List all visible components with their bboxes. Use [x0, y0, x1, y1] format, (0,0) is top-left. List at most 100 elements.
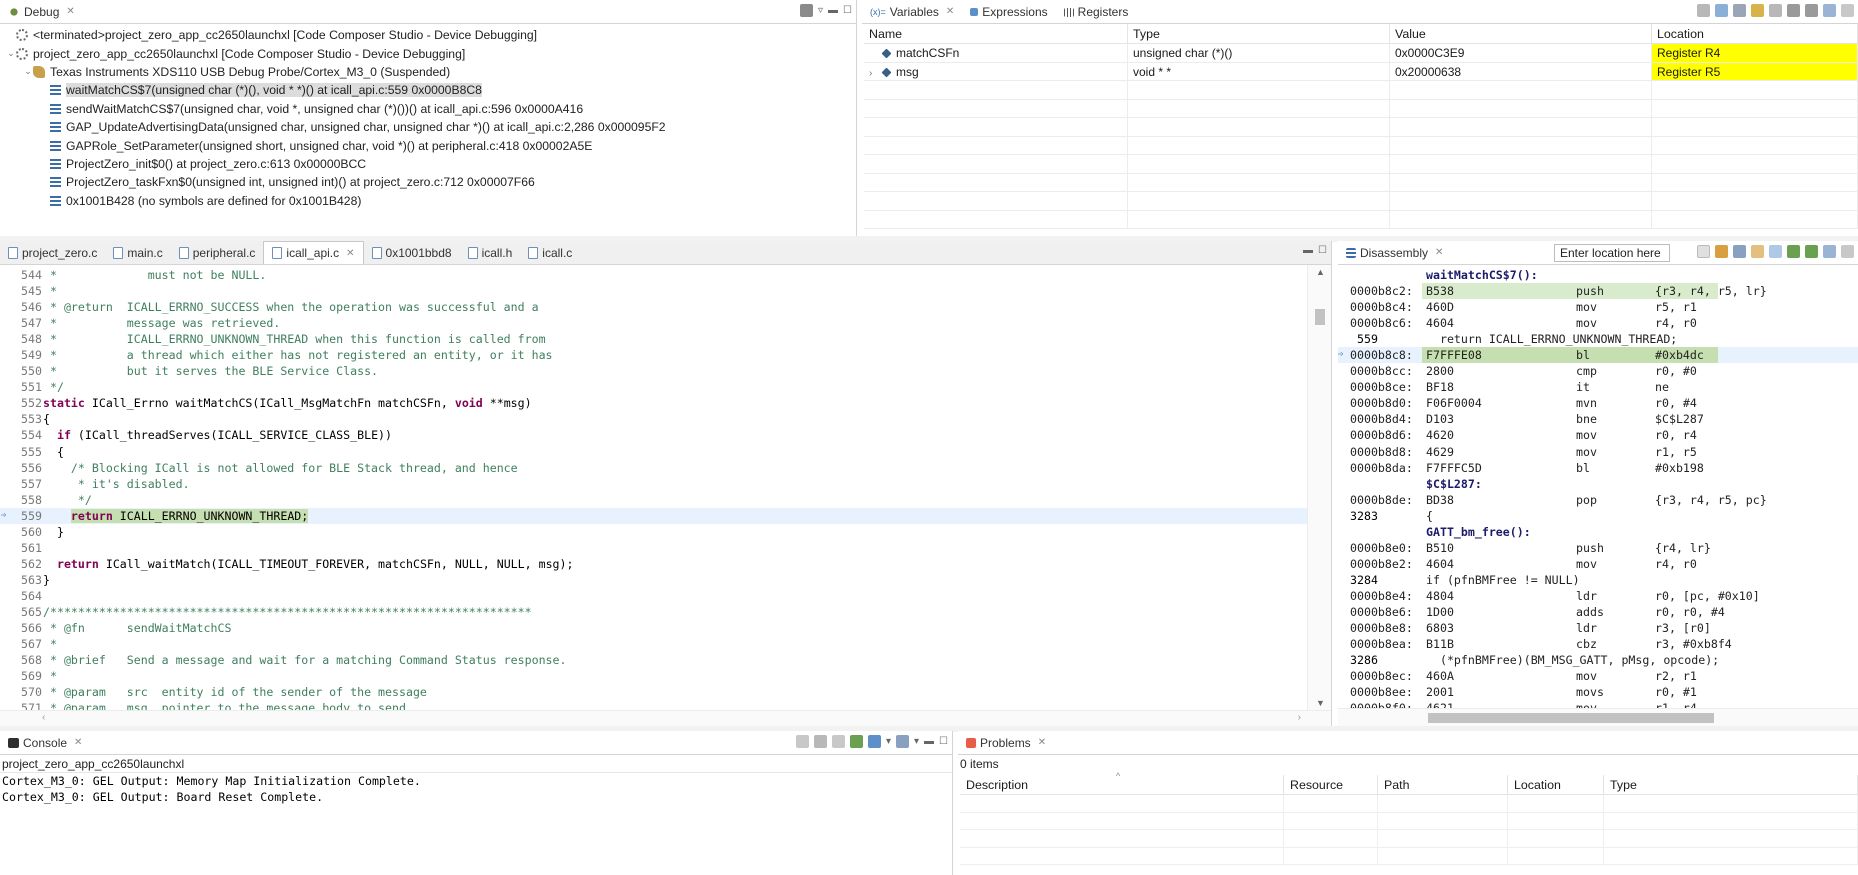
scroll-down-icon[interactable]: ▼ [1316, 698, 1325, 708]
maximize-icon[interactable]: ☐ [843, 5, 852, 16]
open-console-icon[interactable] [896, 735, 909, 748]
table-row[interactable]: › msg void * * 0x20000638 Register R5 [864, 62, 1858, 81]
close-icon[interactable]: ✕ [74, 737, 82, 748]
debug-tree-item[interactable]: waitMatchCS$7(unsigned char (*)(), void … [0, 81, 856, 99]
refresh-icon[interactable] [1805, 245, 1818, 258]
chevron-down-icon[interactable]: ▾ [886, 736, 891, 747]
debug-tree-item[interactable]: ProjectZero_init$0() at project_zero.c:6… [0, 155, 856, 173]
tab-peripheral-c[interactable]: peripheral.c [171, 242, 264, 264]
tab-0x1001bbd8[interactable]: 0x1001bbd8 [364, 242, 460, 264]
debug-tree-item[interactable]: ⌄ Texas Instruments XDS110 USB Debug Prob… [0, 63, 856, 81]
debug-tree-item[interactable]: GAP_UpdateAdvertisingData(unsigned char,… [0, 118, 856, 136]
debug-tree-item[interactable]: GAPRole_SetParameter(unsigned short, uns… [0, 136, 856, 154]
tab-disassembly[interactable]: Disassembly ✕ [1338, 241, 1452, 264]
display-console-icon[interactable] [867, 735, 881, 748]
close-icon[interactable]: ✕ [66, 6, 74, 17]
close-icon[interactable]: ✕ [1038, 737, 1046, 748]
tab-variables[interactable]: (x)= Variables ✕ [862, 0, 963, 23]
col-value[interactable]: Value [1390, 24, 1652, 44]
debug-tree-item[interactable]: sendWaitMatchCS$7(unsigned char, void *,… [0, 100, 856, 118]
col-type[interactable]: Type [1128, 24, 1390, 44]
show-type-names-icon[interactable] [1697, 4, 1710, 17]
console-output[interactable]: Cortex_M3_0: GEL Output: Memory Map Init… [2, 773, 421, 805]
debug-tree-item[interactable]: ⌄ project_zero_app_cc2650launchxl [Code C… [0, 44, 856, 62]
go-to-pc-icon[interactable] [1715, 245, 1728, 258]
close-icon[interactable]: ✕ [1435, 247, 1443, 258]
tab-icall-api-c[interactable]: icall_api.c ✕ [263, 241, 364, 264]
remove-global-icon[interactable] [1769, 4, 1782, 17]
disassembly-horizontal-scrollbar[interactable] [1338, 708, 1858, 726]
code-editor[interactable]: 544 * must not be NULL. 545 * 546 * @retur… [0, 267, 1307, 715]
debug-tree-item[interactable]: ProjectZero_taskFxn$0(unsigned int, unsi… [0, 173, 856, 191]
pin-icon[interactable] [1841, 245, 1854, 258]
disassembly-listing[interactable]: waitMatchCS$7(): 0000b8c2: B538 push {r3, r4… [1338, 267, 1858, 715]
new-view-icon[interactable] [1823, 4, 1836, 17]
add-global-icon[interactable] [1751, 4, 1764, 17]
view-menu-icon[interactable]: ▿ [818, 5, 823, 16]
tab-icall-h[interactable]: icall.h [460, 242, 521, 264]
disassembly-line: 0000b8c6: 4604 mov r4, r0 [1338, 315, 1858, 331]
tab-problems[interactable]: Problems ✕ [958, 731, 1055, 754]
chevron-down-icon[interactable]: ⌄ [23, 66, 33, 77]
remove-icon[interactable] [1787, 4, 1800, 17]
close-icon[interactable]: ✕ [346, 248, 354, 259]
col-location[interactable]: Location [1508, 775, 1604, 795]
col-resource[interactable]: Resource [1284, 775, 1378, 795]
col-name[interactable]: Name [864, 24, 1128, 44]
tab-registers[interactable]: Registers [1056, 1, 1137, 23]
scroll-up-icon[interactable]: ▲ [1316, 267, 1325, 277]
location-input[interactable]: Enter location here [1554, 244, 1670, 262]
line-number: 547 [21, 316, 42, 331]
remove-terminated-icon[interactable] [800, 4, 813, 17]
show-logical-icon[interactable] [1715, 4, 1728, 17]
variable-value[interactable]: 0x20000638 [1390, 62, 1652, 81]
variable-value[interactable]: 0x0000C3E9 [1390, 44, 1652, 63]
minimize-icon[interactable]: ▬ [828, 5, 838, 16]
console-view: Console ✕ ▾ ▾ ▬ ☐ project_zero_app_cc265… [0, 731, 953, 875]
col-type[interactable]: Type [1604, 775, 1858, 795]
col-description[interactable]: Description [960, 775, 1284, 795]
editor-vertical-scrollbar[interactable]: ▲ ▼ [1307, 265, 1331, 710]
chevron-down-icon[interactable]: ⌄ [6, 48, 16, 59]
mnemonic: mov [1576, 316, 1597, 331]
maximize-icon[interactable]: ☐ [1318, 245, 1327, 256]
show-source-icon[interactable] [1769, 245, 1782, 258]
tab-project-zero-c[interactable]: project_zero.c [0, 242, 105, 264]
scroll-left-icon[interactable]: ‹ [42, 712, 45, 723]
col-path[interactable]: Path [1378, 775, 1508, 795]
minimize-icon[interactable]: ▬ [1303, 245, 1313, 256]
col-location[interactable]: Location [1652, 24, 1858, 44]
pin-console-icon[interactable] [849, 735, 863, 748]
chevron-down-icon[interactable]: ▾ [914, 736, 919, 747]
tab-expressions[interactable]: Expressions [962, 1, 1055, 23]
minimize-icon[interactable]: ▬ [924, 736, 934, 747]
close-icon[interactable]: ✕ [946, 6, 954, 17]
dropdown-icon[interactable] [1697, 245, 1710, 258]
pin-icon[interactable] [1841, 4, 1854, 17]
debug-tree-item[interactable]: 0x1001B428 (no symbols are defined for 0… [0, 192, 856, 210]
empty-cell [1390, 136, 1652, 155]
tab-main-c[interactable]: main.c [105, 242, 170, 264]
home-icon[interactable] [1733, 245, 1746, 258]
remove-all-icon[interactable] [1805, 4, 1818, 17]
debug-tree-item[interactable]: <terminated>project_zero_app_cc2650launc… [0, 26, 856, 44]
tab-debug[interactable]: Debug ✕ [0, 0, 83, 23]
scroll-right-icon[interactable]: › [1298, 712, 1301, 723]
collapse-all-icon[interactable] [1733, 4, 1746, 17]
maximize-icon[interactable]: ☐ [939, 736, 948, 747]
word-wrap-icon[interactable] [831, 735, 845, 748]
scroll-thumb[interactable] [1428, 713, 1714, 723]
scroll-lock-icon[interactable] [813, 735, 827, 748]
new-view-icon[interactable] [1823, 245, 1836, 258]
tab-icall-c[interactable]: icall.c [520, 242, 580, 264]
link-with-editor-icon[interactable] [1751, 245, 1764, 258]
scroll-thumb[interactable] [1315, 309, 1325, 325]
editor-horizontal-scrollbar[interactable]: ‹ › [0, 710, 1331, 726]
line-number: 569 [21, 669, 42, 684]
problems-header: Description Resource Path Location Type [960, 775, 1858, 795]
table-row[interactable]: matchCSFn unsigned char (*)() 0x0000C3E9 Re… [864, 44, 1858, 63]
variable-name-text: msg [896, 64, 919, 79]
tab-console[interactable]: Console ✕ [0, 731, 91, 754]
clear-console-icon[interactable] [795, 735, 809, 748]
step-icon[interactable] [1787, 245, 1800, 258]
